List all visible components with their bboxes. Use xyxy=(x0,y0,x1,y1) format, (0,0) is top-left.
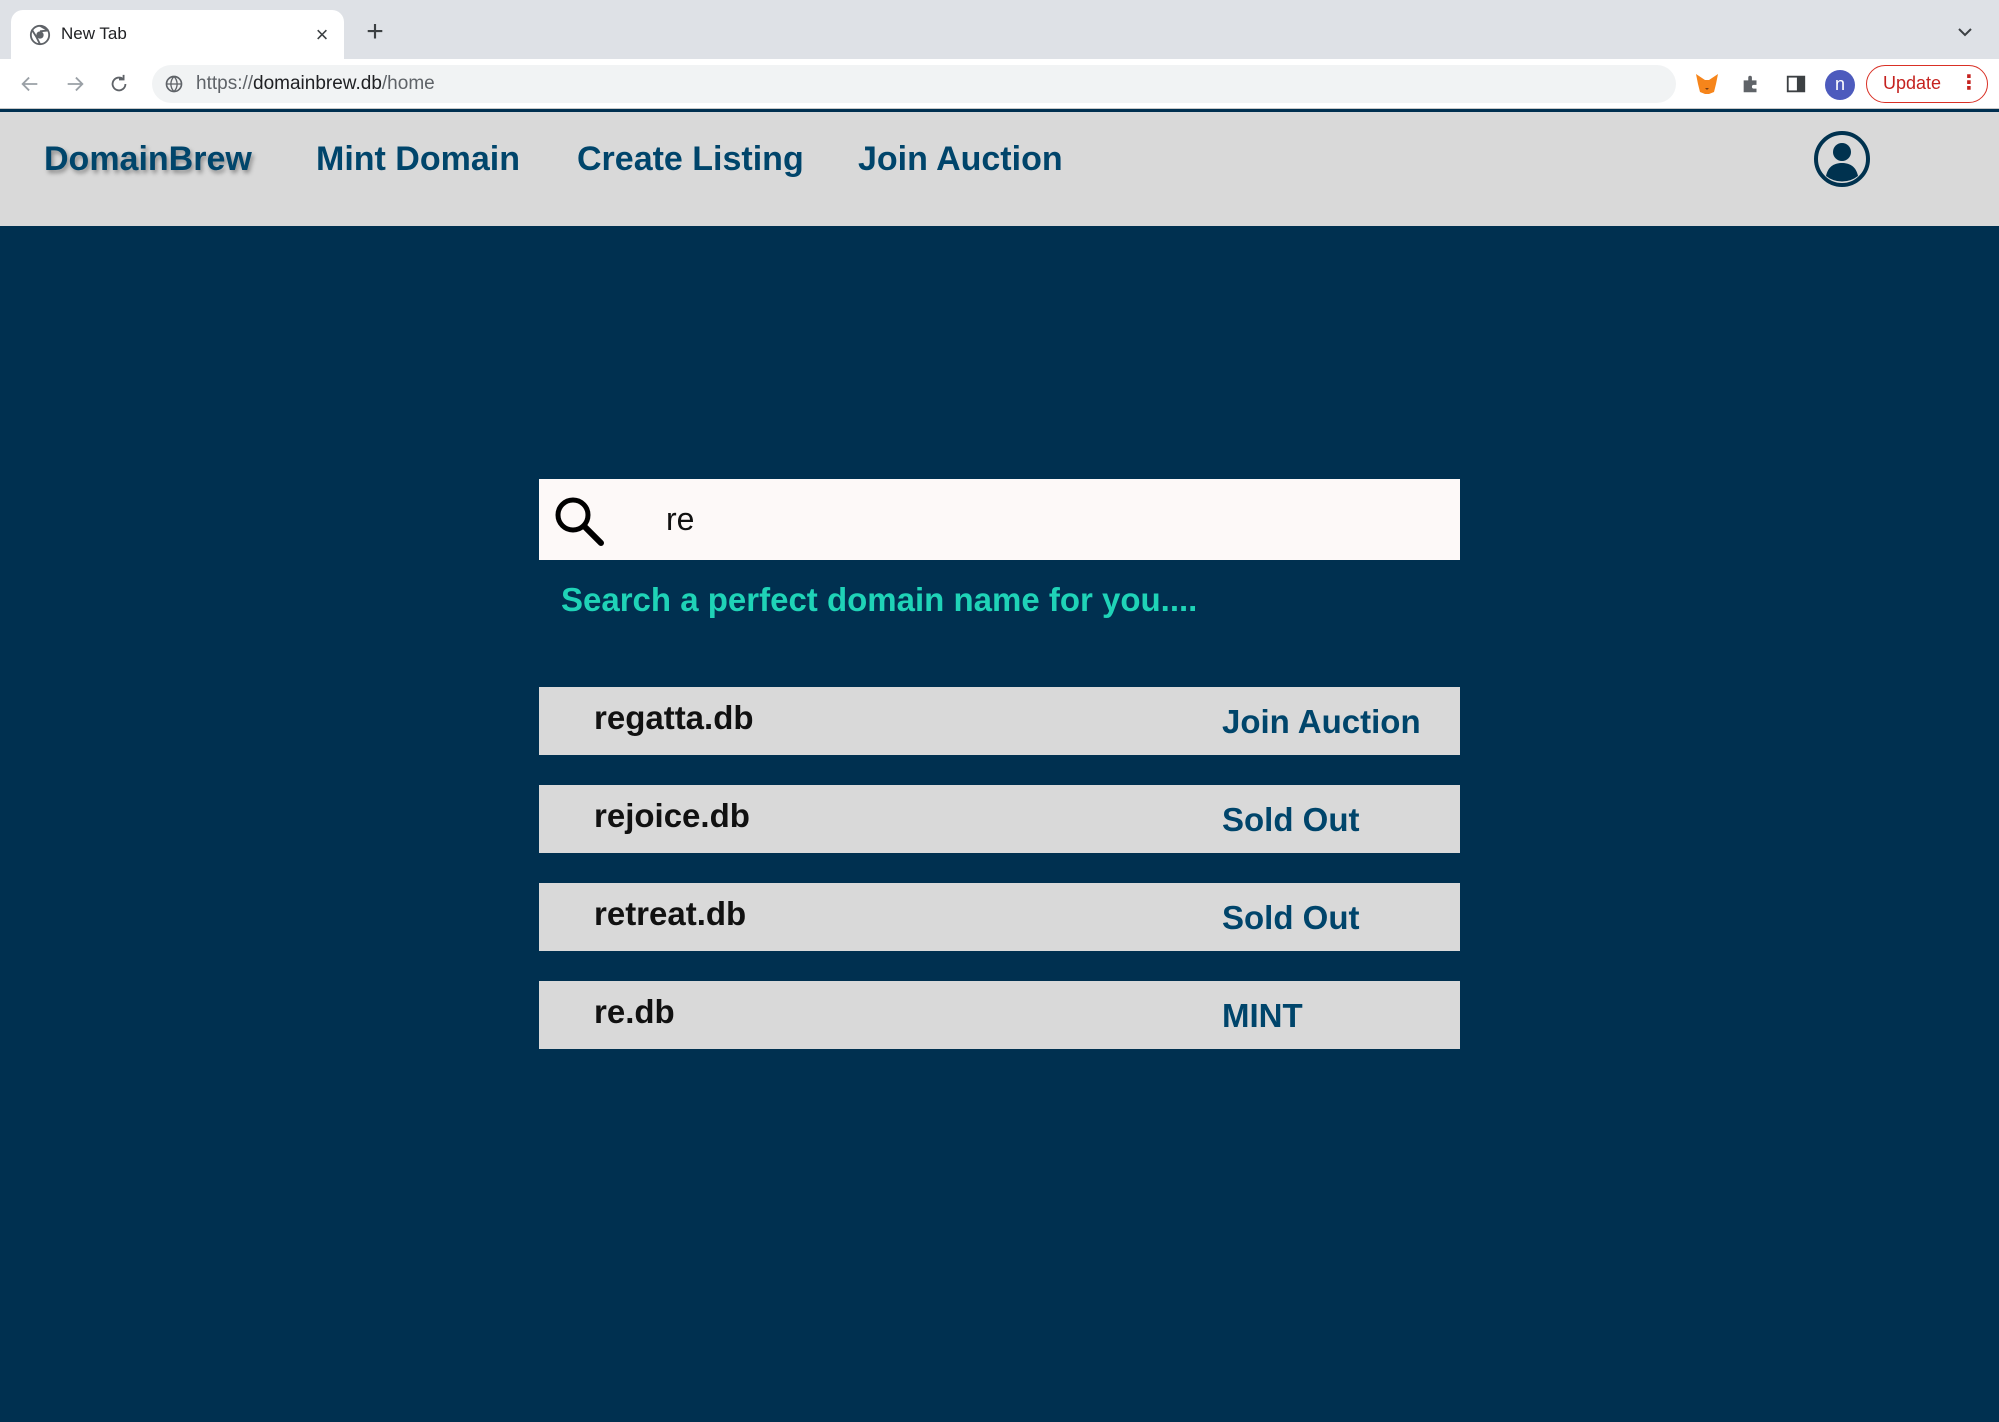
close-tab-icon[interactable]: × xyxy=(310,23,334,47)
browser-tabstrip: New Tab × + xyxy=(0,0,1999,59)
app-header: DomainBrew Mint Domain Create Listing Jo… xyxy=(0,110,1999,226)
brand-logo[interactable]: DomainBrew xyxy=(44,140,252,179)
domain-name: rejoice.db xyxy=(594,797,750,834)
side-panel-button[interactable] xyxy=(1781,69,1811,99)
puzzle-icon xyxy=(1743,75,1757,93)
chrome-icon xyxy=(29,24,51,46)
nav-join-auction[interactable]: Join Auction xyxy=(858,140,1063,179)
more-menu-icon[interactable]: ⋮ xyxy=(1959,66,1979,101)
side-panel-icon xyxy=(1786,75,1806,93)
mint-button[interactable]: MINT xyxy=(1222,997,1303,1035)
search-icon xyxy=(555,497,604,546)
result-row: regatta.db Join Auction xyxy=(539,687,1460,755)
reload-button[interactable] xyxy=(104,69,134,99)
new-tab-icon[interactable]: + xyxy=(360,17,390,48)
domain-name: regatta.db xyxy=(594,699,754,736)
nav-mint-domain[interactable]: Mint Domain xyxy=(316,140,520,179)
url-host: domainbrew.db xyxy=(253,73,382,94)
search-query: re xyxy=(666,501,695,537)
url-path: /home xyxy=(381,73,435,94)
globe-icon xyxy=(165,75,183,93)
profile-avatar[interactable]: n xyxy=(1825,70,1855,100)
extensions-button[interactable] xyxy=(1736,69,1766,99)
back-arrow-icon xyxy=(21,76,38,92)
result-row: re.db MINT xyxy=(539,981,1460,1049)
result-row: retreat.db Sold Out xyxy=(539,883,1460,951)
domain-name: retreat.db xyxy=(594,895,747,932)
domain-name: re.db xyxy=(594,993,675,1030)
sold-out-status: Sold Out xyxy=(1222,899,1360,936)
reload-icon xyxy=(111,74,127,92)
search-hint: Search a perfect domain name for you.... xyxy=(561,581,1198,618)
nav-create-listing[interactable]: Create Listing xyxy=(577,140,804,179)
browser-tab[interactable]: New Tab × xyxy=(11,10,344,59)
user-account-icon[interactable] xyxy=(1813,130,1871,188)
back-button[interactable] xyxy=(15,69,45,99)
join-auction-button[interactable]: Join Auction xyxy=(1222,703,1421,741)
result-row: rejoice.db Sold Out xyxy=(539,785,1460,853)
address-url: https://domainbrew.db/home xyxy=(196,73,435,95)
chevron-down-icon[interactable] xyxy=(1953,20,1977,44)
forward-button[interactable] xyxy=(60,69,90,99)
metamask-extension-button[interactable] xyxy=(1692,69,1722,99)
fox-icon xyxy=(1696,74,1718,94)
address-bar[interactable]: https://domainbrew.db/home xyxy=(152,65,1676,103)
browser-toolbar: https://domainbrew.db/home n Update ⋮ xyxy=(0,59,1999,109)
update-button[interactable]: Update ⋮ xyxy=(1866,65,1988,103)
domain-search-input[interactable]: re xyxy=(539,479,1460,560)
tab-title: New Tab xyxy=(61,24,127,43)
url-scheme: https:// xyxy=(196,73,254,94)
forward-arrow-icon xyxy=(67,76,84,92)
update-label: Update xyxy=(1883,73,1942,93)
sold-out-status: Sold Out xyxy=(1222,801,1360,838)
